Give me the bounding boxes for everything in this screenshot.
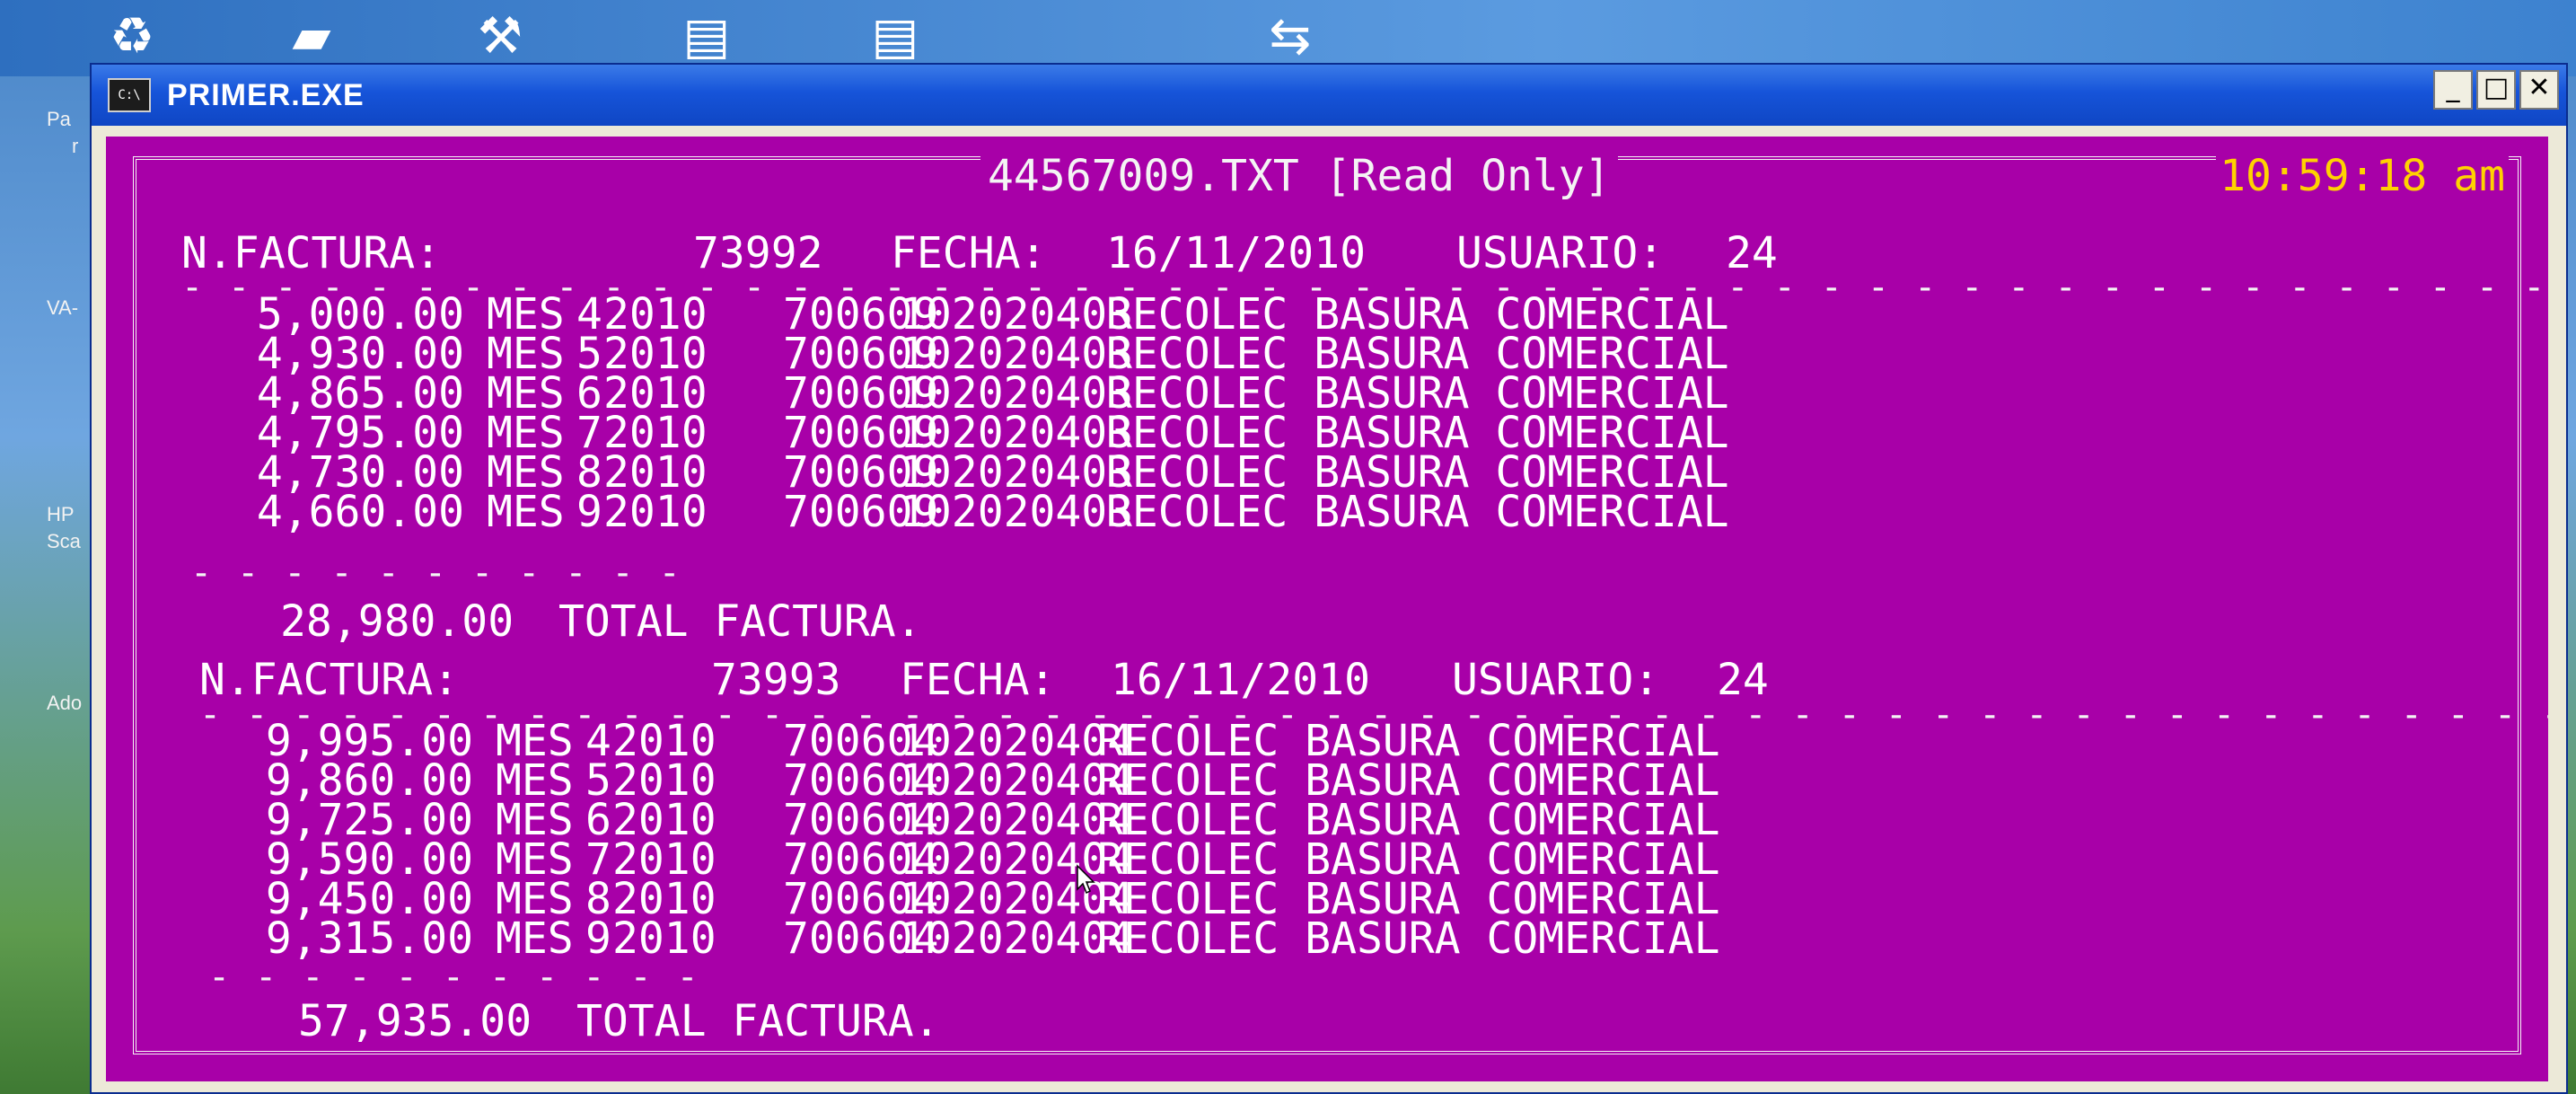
recycle-bin-icon[interactable]: ♻	[99, 4, 165, 67]
row-mes: 9	[576, 487, 602, 537]
row-amount: 9,315.00	[265, 913, 473, 964]
window-controls: _ □ ✕	[2433, 70, 2559, 110]
console-icon: C:\	[108, 78, 151, 112]
desktop-left-labels: Pa r VA- HP Sca Ado	[0, 90, 99, 988]
console-window: C:\ PRIMER.EXE _ □ ✕ 44567009.TXT [Read …	[90, 63, 2568, 1094]
desktop-label: Sca	[47, 530, 81, 552]
invoice-total: 57,935.00	[298, 996, 532, 1046]
teamviewer-icon[interactable]: ⇆	[1257, 4, 1323, 67]
total-separator: - - - - - - - - - - -	[190, 552, 682, 594]
mouse-pointer-icon	[1077, 864, 1095, 895]
close-button[interactable]: ✕	[2519, 70, 2559, 110]
row-mes-label: MES	[496, 913, 574, 964]
desktop-label: r	[72, 135, 79, 157]
text-viewer-frame: 44567009.TXT [Read Only] 10:59:18 am N.F…	[133, 154, 2548, 1054]
file-title: 44567009.TXT [Read Only]	[980, 154, 1618, 198]
maximize-button[interactable]: □	[2476, 70, 2516, 110]
row-year: 2010	[612, 913, 717, 964]
window-title: PRIMER.EXE	[167, 77, 365, 112]
console-screen[interactable]: 44567009.TXT [Read Only] 10:59:18 am N.F…	[106, 137, 2548, 1081]
desktop-label: Ado	[47, 692, 83, 714]
desktop-label: Pa	[47, 108, 71, 130]
minimize-button[interactable]: _	[2433, 70, 2473, 110]
folder-icon[interactable]: ▰	[278, 4, 345, 67]
row-amount: 4,660.00	[256, 487, 464, 537]
total-separator: - - - - - - - - - - -	[208, 957, 700, 998]
row-mes-label: MES	[487, 487, 565, 537]
word-document-icon[interactable]: ▤	[862, 4, 928, 67]
window-titlebar[interactable]: C:\ PRIMER.EXE _ □ ✕	[92, 65, 2566, 126]
row-code-2: 102020403	[900, 487, 1134, 537]
clock: 10:59:18 am	[2216, 154, 2509, 198]
row-mes: 9	[585, 913, 611, 964]
invoice-total: 28,980.00	[280, 596, 514, 647]
app-shortcut-icon[interactable]: ⚒	[467, 4, 533, 67]
word-document-icon[interactable]: ▤	[673, 4, 740, 67]
invoice-total-label: TOTAL FACTURA.	[558, 596, 922, 647]
row-year: 2010	[603, 487, 708, 537]
row-description: RECOLEC BASURA COMERCIAL	[1106, 487, 1729, 537]
invoice-total-label: TOTAL FACTURA.	[576, 996, 940, 1046]
row-description: RECOLEC BASURA COMERCIAL	[1097, 913, 1720, 964]
desktop-label: VA-	[47, 296, 79, 319]
desktop-label: HP	[47, 503, 75, 525]
